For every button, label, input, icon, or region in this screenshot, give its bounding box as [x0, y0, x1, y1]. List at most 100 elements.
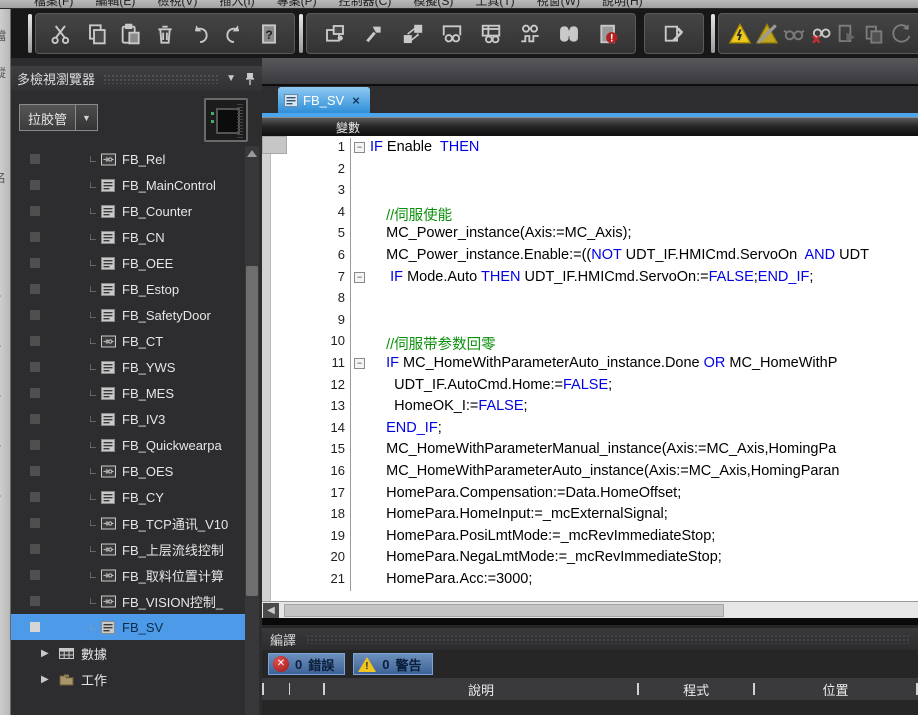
tree-item-fb_counter[interactable]: ∟FB_Counter: [11, 198, 245, 224]
monitor-stop-button[interactable]: [807, 19, 834, 49]
monitor-button[interactable]: [780, 19, 807, 49]
column-separator[interactable]: [262, 683, 264, 695]
tab-fb-sv[interactable]: FB_SV ×: [278, 87, 370, 113]
delete-button[interactable]: [150, 19, 180, 49]
tree-item-fb_sv[interactable]: ∟FB_SV: [11, 614, 245, 640]
code-line-3[interactable]: 3: [262, 181, 918, 203]
tree-item-fb_iv3[interactable]: ∟FB_IV3: [11, 406, 245, 432]
code-line-9[interactable]: 9: [262, 311, 918, 333]
code-line-11[interactable]: 11− IF MC_HomeWithParameterAuto_instance…: [262, 354, 918, 376]
controller-device-icon[interactable]: [204, 98, 248, 142]
code-line-20[interactable]: 20 HomePara.NegaLmtMode:=_mcRevImmediate…: [262, 548, 918, 570]
code-line-4[interactable]: 4 //伺服使能: [262, 203, 918, 225]
tree-root-數據[interactable]: ▶數據: [11, 640, 245, 666]
code-line-19[interactable]: 19 HomePara.PosiLmtMode:=_mcRevImmediate…: [262, 527, 918, 549]
code-line-14[interactable]: 14 END_IF;: [262, 419, 918, 441]
tree-item-fb_tcp通讯_v10[interactable]: ∟FB_TCP通讯_V10: [11, 510, 245, 536]
tree-item-fb_oes[interactable]: ∟FB_OES: [11, 458, 245, 484]
chevron-down-icon[interactable]: ▼: [226, 73, 236, 84]
edit-tool-button[interactable]: [659, 19, 689, 49]
fold-marker-icon[interactable]: −: [354, 272, 365, 283]
code-line-8[interactable]: 8: [262, 289, 918, 311]
search-page-button[interactable]: ?: [254, 19, 284, 49]
paste-button[interactable]: [115, 19, 145, 49]
tree-item-fb_quickwearpa[interactable]: ∟FB_Quickwearpa: [11, 432, 245, 458]
column-separator[interactable]: [289, 683, 291, 695]
code-line-6[interactable]: 6 MC_Power_instance.Enable:=((NOT UDT_IF…: [262, 246, 918, 268]
code-line-15[interactable]: 15 MC_HomeWithParameterManual_instance(A…: [262, 440, 918, 462]
device-selector[interactable]: 拉胶管 ▼: [19, 104, 98, 131]
watch-box-button[interactable]: [437, 19, 467, 49]
build-panel-title-bar[interactable]: 編譯: [262, 628, 918, 650]
tree-item-fb_maincontrol[interactable]: ∟FB_MainControl: [11, 172, 245, 198]
scrollbar-thumb[interactable]: [284, 604, 724, 617]
error-list-button[interactable]: !: [593, 19, 623, 49]
variables-bar[interactable]: 變數: [262, 117, 918, 136]
code-line-7[interactable]: 7− IF Mode.Auto THEN UDT_IF.HMICmd.Servo…: [262, 268, 918, 290]
tree-item-fb_estop[interactable]: ∟FB_Estop: [11, 276, 245, 302]
editor-horizontal-scrollbar[interactable]: ◀: [262, 601, 918, 618]
pin-icon[interactable]: [244, 72, 256, 86]
code-line-2[interactable]: 2: [262, 160, 918, 182]
tree-item-fb_safetydoor[interactable]: ∟FB_SafetyDoor: [11, 302, 245, 328]
tree-item-fb_vision控制_[interactable]: ∟FB_VISION控制_: [11, 588, 245, 614]
code-line-12[interactable]: 12 UDT_IF.AutoCmd.Home:=FALSE;: [262, 376, 918, 398]
scrollbar-thumb[interactable]: [246, 266, 258, 596]
code-line-10[interactable]: 10 //伺服带参数回零: [262, 332, 918, 354]
code-line-13[interactable]: 13 HomeOK_I:=FALSE;: [262, 397, 918, 419]
explorer-title-bar[interactable]: 多檢視瀏覽器 ▼: [11, 66, 262, 91]
watch-table-button[interactable]: [476, 19, 506, 49]
tab-close-icon[interactable]: ×: [352, 93, 360, 108]
tree-item-fb_cy[interactable]: ∟FB_CY: [11, 484, 245, 510]
menu-item[interactable]: 檢視(V): [157, 0, 197, 9]
code-line-16[interactable]: 16 MC_HomeWithParameterAuto_instance(Axi…: [262, 462, 918, 484]
window-sync-button[interactable]: [320, 19, 350, 49]
warnings-badge[interactable]: ! 0 警告: [353, 653, 432, 675]
menu-item[interactable]: 專案(P): [277, 0, 317, 9]
menu-item[interactable]: 編輯(E): [95, 0, 135, 9]
menu-item[interactable]: 說明(H): [602, 0, 643, 9]
copy-button[interactable]: [81, 19, 111, 49]
tree-item-fb_mes[interactable]: ∟FB_MES: [11, 380, 245, 406]
online-button[interactable]: [727, 19, 754, 49]
scroll-left-arrow[interactable]: ◀: [263, 603, 279, 618]
tree-item-fb_上层流线控制[interactable]: ∟FB_上层流线控制: [11, 536, 245, 562]
tree-item-fb_ct[interactable]: ∟FB_CT: [11, 328, 245, 354]
tree-item-fb_取料位置计算[interactable]: ∟FB_取料位置计算: [11, 562, 245, 588]
fold-marker-icon[interactable]: −: [354, 358, 365, 369]
pages-button[interactable]: [861, 19, 888, 49]
menu-item[interactable]: 視窗(W): [537, 0, 580, 9]
redo-button[interactable]: [219, 19, 249, 49]
tree-item-fb_oee[interactable]: ∟FB_OEE: [11, 250, 245, 276]
code-line-1[interactable]: 1−IF Enable THEN: [262, 138, 918, 160]
code-line-21[interactable]: 21 HomePara.Acc:=3000;: [262, 570, 918, 592]
tree-item-fb_rel[interactable]: ∟FB_Rel: [11, 146, 245, 172]
menu-item[interactable]: 工具(T): [475, 0, 514, 9]
menu-item[interactable]: 插入(I): [219, 0, 254, 9]
menu-item[interactable]: 控制器(C): [339, 0, 392, 9]
expand-arrow-icon[interactable]: ▶: [41, 674, 49, 685]
explorer-scrollbar[interactable]: [245, 146, 259, 715]
data-trace-button[interactable]: [515, 19, 545, 49]
tree-item-fb_cn[interactable]: ∟FB_CN: [11, 224, 245, 250]
code-line-17[interactable]: 17 HomePara.Compensation:=Data.HomeOffse…: [262, 484, 918, 506]
transfer-button[interactable]: [398, 19, 428, 49]
code-line-5[interactable]: 5 MC_Power_instance(Axis:=MC_Axis);: [262, 224, 918, 246]
fold-marker-icon[interactable]: −: [354, 142, 365, 153]
build-button[interactable]: [359, 19, 389, 49]
find-button[interactable]: [554, 19, 584, 49]
errors-badge[interactable]: ✕ 0 錯誤: [268, 653, 345, 675]
expand-arrow-icon[interactable]: ▶: [41, 648, 49, 659]
code-line-18[interactable]: 18 HomePara.HomeInput:=_mcExternalSignal…: [262, 505, 918, 527]
st-code-editor[interactable]: 1−IF Enable THEN234 //伺服使能5 MC_Power_ins…: [262, 136, 918, 601]
cut-button[interactable]: [46, 19, 76, 49]
undo-button[interactable]: [185, 19, 215, 49]
tree-root-工作[interactable]: ▶工作: [11, 666, 245, 692]
menu-item[interactable]: 模擬(S): [413, 0, 453, 9]
offline-button[interactable]: [754, 19, 781, 49]
refresh-button[interactable]: [887, 19, 914, 49]
tree-item-fb_yws[interactable]: ∟FB_YWS: [11, 354, 245, 380]
scroll-up-arrow[interactable]: [247, 150, 257, 157]
run-button[interactable]: [834, 19, 861, 49]
menu-item[interactable]: 檔案(F): [34, 0, 73, 9]
